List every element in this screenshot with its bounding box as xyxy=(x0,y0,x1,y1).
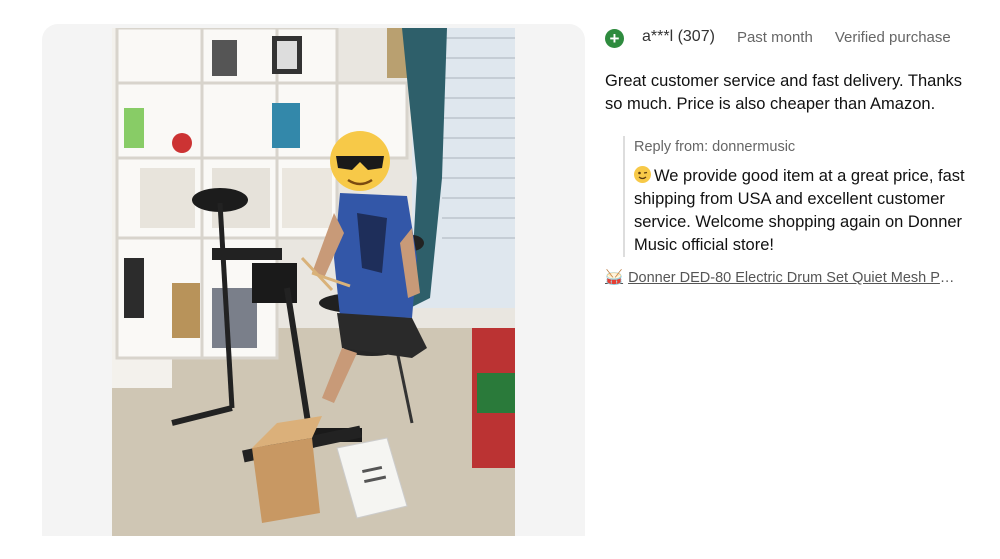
review-photo[interactable] xyxy=(112,28,515,536)
winking-face-icon xyxy=(634,166,651,183)
reply-body: We provide good item at a great price, f… xyxy=(634,165,969,257)
product-link[interactable]: 🥁 Donner DED-80 Electric Drum Set Quiet M… xyxy=(605,269,960,286)
review-photo-panel[interactable] xyxy=(42,24,585,536)
reply-text: We provide good item at a great price, f… xyxy=(634,167,965,254)
drum-icon: 🥁 xyxy=(605,270,624,286)
reply-label: Reply from: donnermusic xyxy=(634,139,796,155)
seller-reply: Reply from: donnermusic We provide good … xyxy=(623,136,985,257)
review-time: Past month xyxy=(736,28,813,46)
reviewer-name: a***l (307) xyxy=(642,28,715,45)
plus-icon: + xyxy=(605,28,624,48)
verified-badge: Verified purchase xyxy=(834,28,951,46)
product-title[interactable]: Donner DED-80 Electric Drum Set Quiet Me… xyxy=(628,270,960,286)
review-header: + a***l (307) Past month Verified purcha… xyxy=(605,24,985,50)
review-text: Great customer service and fast delivery… xyxy=(605,72,963,113)
review-card: + a***l (307) Past month Verified purcha… xyxy=(605,24,985,286)
